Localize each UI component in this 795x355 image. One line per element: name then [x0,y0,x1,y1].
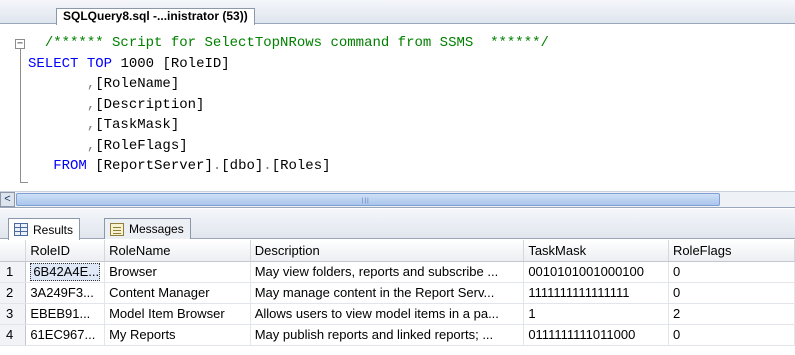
column-header[interactable]: TaskMask [523,240,669,262]
column-header[interactable]: RoleID [25,240,106,262]
schema-name: [dbo] [221,158,264,174]
table-cell[interactable]: Content Manager [104,282,251,304]
table-cell[interactable]: My Reports [104,324,251,346]
table-cell[interactable]: 61EC967... [25,324,106,346]
column-header[interactable]: RoleName [104,240,251,262]
table-cell[interactable]: 0 [668,261,795,283]
table-cell-selected[interactable]: 6B42A4E... [25,261,106,283]
dot: . [263,158,272,174]
database-name: [ReportServer] [95,158,213,174]
outline-guide-line [20,45,21,183]
comma: , [86,76,96,92]
scrollbar-thumb[interactable]: ||| [16,193,720,206]
sql-code[interactable]: /****** Script for SelectTopNRows comman… [28,33,549,177]
comma: , [86,96,96,113]
keyword-from: FROM [53,158,87,174]
table-cell[interactable]: 2 [668,303,795,325]
row-number[interactable]: 2 [0,282,27,304]
code-line-4: ,[Description] [28,96,205,113]
table-name: [Roles] [271,158,331,174]
keyword-top: TOP [86,55,113,72]
sql-editor[interactable]: − /****** Script for SelectTopNRows comm… [0,25,795,190]
column-roleflags: [RoleFlags] [95,137,188,154]
grid-icon [14,223,28,236]
top-count: 1000 [112,55,163,72]
cell-text: 6B42A4E... [30,262,101,281]
column-taskmask: [TaskMask] [95,117,180,133]
table-cell[interactable]: EBEB91... [25,303,106,325]
table-cell[interactable]: 3A249F3... [25,282,106,304]
query-document-tab[interactable]: SQLQuery8.sql -...inistrator (53)) [56,8,255,25]
table-cell[interactable]: Allows users to view model items in a pa… [250,303,525,325]
row-number[interactable]: 4 [0,324,27,346]
column-header[interactable]: Description [250,240,525,262]
scroll-left-icon[interactable]: < [0,192,15,207]
code-line-7: FROM [ReportServer].[dbo].[Roles] [28,158,331,174]
sql-comment: /****** Script for SelectTopNRows comman… [44,35,549,51]
results-table: RoleID RoleName Description TaskMask Rol… [0,240,795,346]
comma: , [86,117,96,133]
keyword-select: SELECT [28,55,79,72]
tab-results-label: Results [33,222,74,237]
column-header[interactable]: RoleFlags [668,240,795,262]
code-line-2: SELECT TOP 1000 [RoleID] [28,56,230,72]
table-row[interactable]: 2 3A249F3... Content Manager May manage … [0,282,795,304]
column-rolename: [RoleName] [95,76,180,92]
outline-guide-end [20,182,28,183]
table-row[interactable]: 1 6B42A4E... Browser May view folders, r… [0,261,795,283]
code-line-3: ,[RoleName] [28,76,179,92]
table-cell[interactable]: Model Item Browser [104,303,251,325]
results-tab-strip: Results Messages [0,209,795,240]
code-line-1: /****** Script for SelectTopNRows comman… [28,35,549,51]
header-row: RoleID RoleName Description TaskMask Rol… [0,240,795,262]
table-cell[interactable]: 1111111111111111 [523,282,669,304]
column-roleid: [RoleID] [162,55,230,72]
dot: . [212,158,222,174]
table-cell[interactable]: 0010101001000100 [523,261,669,283]
table-row[interactable]: 3 EBEB91... Model Item Browser Allows us… [0,303,795,325]
scrollbar-grip-icon: ||| [362,198,370,204]
comma: , [86,137,96,154]
messages-icon [110,222,124,236]
document-tab-strip: SQLQuery8.sql -...inistrator (53)) [0,0,795,25]
column-description: [Description] [95,96,205,113]
tab-messages[interactable]: Messages [104,218,191,239]
code-line-6: ,[RoleFlags] [28,138,188,154]
horizontal-scrollbar[interactable]: < ||| [0,191,795,208]
tab-results[interactable]: Results [8,218,81,240]
table-cell[interactable]: 0 [668,282,795,304]
table-cell[interactable]: Browser [104,261,251,283]
table-cell[interactable]: May view folders, reports and subscribe … [250,261,525,283]
table-row[interactable]: 4 61EC967... My Reports May publish repo… [0,324,795,346]
collapse-toggle-icon[interactable]: − [15,39,25,49]
code-line-5: ,[TaskMask] [28,117,179,133]
row-number[interactable]: 3 [0,303,27,325]
table-cell[interactable]: May publish reports and linked reports; … [250,324,525,346]
row-number[interactable]: 1 [0,261,27,283]
tab-messages-label: Messages [129,222,184,236]
grid-corner[interactable] [0,240,27,262]
results-grid[interactable]: RoleID RoleName Description TaskMask Rol… [0,240,795,355]
table-cell[interactable]: 0 [668,324,795,346]
table-cell[interactable]: 1 [523,303,669,325]
table-cell[interactable]: May manage content in the Report Serv... [250,282,525,304]
table-cell[interactable]: 0111111111011000 [523,324,669,346]
